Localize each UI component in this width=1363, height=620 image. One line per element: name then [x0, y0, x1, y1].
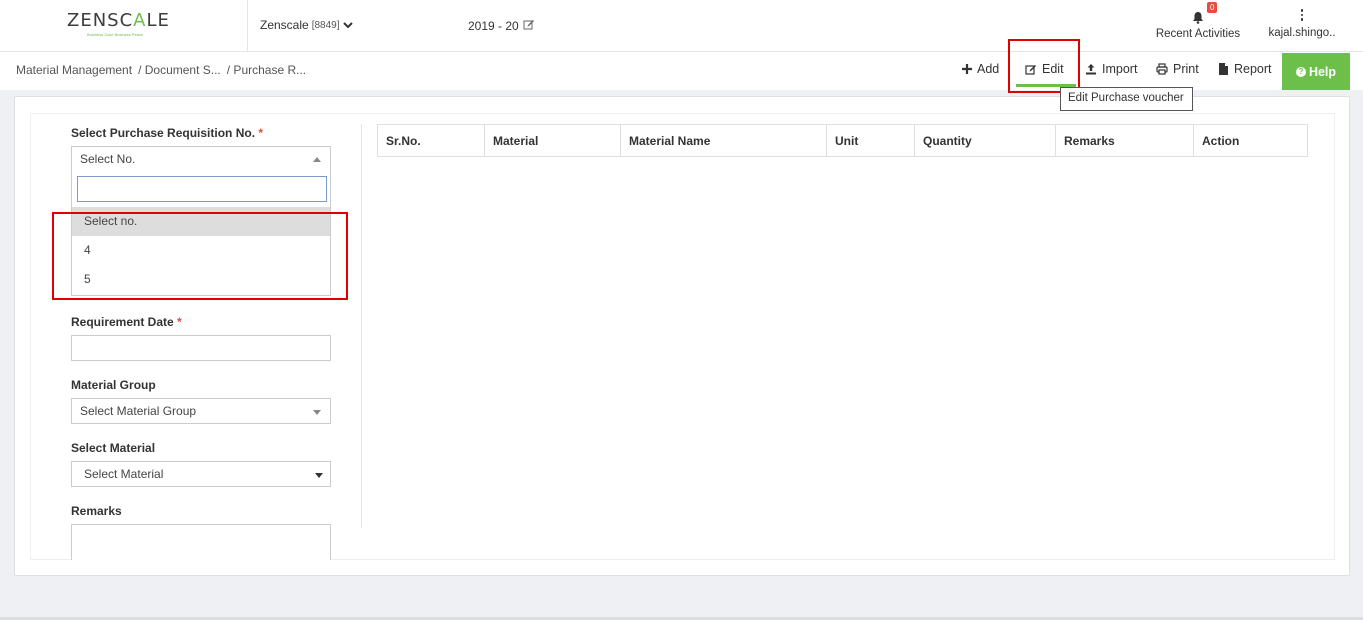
logo-text: ZENSCALE: [67, 10, 170, 31]
table-header-material-name: Material Name: [621, 125, 827, 156]
column-divider: [361, 124, 362, 528]
breadcrumb-item-material-management[interactable]: Material Management: [16, 63, 132, 77]
top-header: ZENSCALE Business Zone Business Peace Ze…: [0, 0, 1363, 52]
company-code: [8849]: [311, 19, 340, 31]
remarks-textarea[interactable]: [71, 524, 331, 560]
requisition-search-input[interactable]: [77, 176, 327, 202]
caret-up-icon: [313, 157, 321, 162]
table-header-material: Material: [485, 125, 621, 156]
printer-icon: [1156, 63, 1168, 75]
table-header-remarks: Remarks: [1056, 125, 1194, 156]
remarks-label: Remarks: [71, 504, 122, 518]
material-group-select[interactable]: Select Material Group: [71, 398, 331, 424]
upload-icon: [1085, 63, 1097, 75]
table-header-unit: Unit: [827, 125, 915, 156]
select-material-value: Select Material: [84, 467, 164, 481]
caret-down-icon: [315, 473, 323, 478]
import-label: Import: [1102, 62, 1138, 76]
company-name: Zenscale: [260, 18, 309, 32]
user-menu[interactable]: kajal.shingo..: [1266, 8, 1338, 39]
requirement-date-input[interactable]: [71, 335, 331, 361]
table-header-action: Action: [1202, 134, 1240, 148]
document-icon: [1218, 63, 1229, 75]
add-label: Add: [977, 62, 1000, 76]
company-selector[interactable]: Zenscale [8849]: [260, 18, 353, 32]
report-button[interactable]: Report: [1218, 62, 1272, 76]
edit-highlight-box: [1008, 39, 1080, 93]
caret-down-icon: [313, 410, 321, 415]
requisition-label: Select Purchase Requisition No. *: [71, 126, 264, 140]
edit-tooltip: Edit Purchase voucher: [1060, 87, 1193, 111]
bell-icon: [1192, 11, 1204, 27]
breadcrumb-item-purchase: / Purchase R...: [226, 63, 307, 77]
material-group-value: Select Material Group: [80, 404, 197, 418]
user-name: kajal.shingo..: [1268, 27, 1336, 39]
import-button[interactable]: Import: [1085, 62, 1137, 76]
kebab-menu-icon: [1266, 8, 1338, 22]
report-label: Report: [1234, 62, 1272, 76]
fiscal-year-value: 2019 - 20: [468, 18, 519, 33]
requisition-selected-value: Select No.: [80, 152, 136, 166]
plus-icon: [962, 64, 972, 74]
materials-table-header: Sr.No. Material Material Name Unit Quant…: [377, 124, 1308, 157]
table-header-quantity: Quantity: [915, 125, 1056, 156]
chevron-down-icon: [342, 18, 353, 32]
select-material-label: Select Material: [71, 441, 156, 455]
material-group-label: Material Group: [71, 378, 156, 392]
notification-badge: 0: [1207, 2, 1218, 13]
help-label: Help: [1308, 64, 1337, 79]
breadcrumb: Material Management / Document S... / Pu…: [16, 63, 306, 77]
breadcrumb-item-document[interactable]: / Document S...: [138, 63, 221, 77]
requisition-select[interactable]: Select No.: [71, 146, 331, 172]
print-button[interactable]: Print: [1156, 62, 1199, 76]
fiscal-year-selector[interactable]: 2019 - 20: [468, 18, 535, 33]
recent-activities-label: Recent Activities: [1155, 28, 1241, 40]
add-button[interactable]: Add: [962, 62, 999, 76]
recent-activities[interactable]: 0 Recent Activities: [1152, 2, 1244, 40]
logo-tagline: Business Zone Business Peace: [87, 32, 144, 37]
header-divider: [247, 0, 248, 52]
select-material-select[interactable]: Select Material: [71, 461, 331, 487]
requirement-date-label: Requirement Date *: [71, 315, 182, 329]
question-circle-icon: ?: [1295, 66, 1306, 77]
edit-icon: [523, 18, 535, 33]
print-label: Print: [1173, 62, 1199, 76]
options-highlight-box: [52, 212, 348, 300]
table-header-sr-no: Sr.No.: [378, 125, 485, 156]
zenscale-logo[interactable]: ZENSCALE Business Zone Business Peace: [67, 10, 179, 37]
help-button[interactable]: ? Help: [1282, 53, 1350, 90]
